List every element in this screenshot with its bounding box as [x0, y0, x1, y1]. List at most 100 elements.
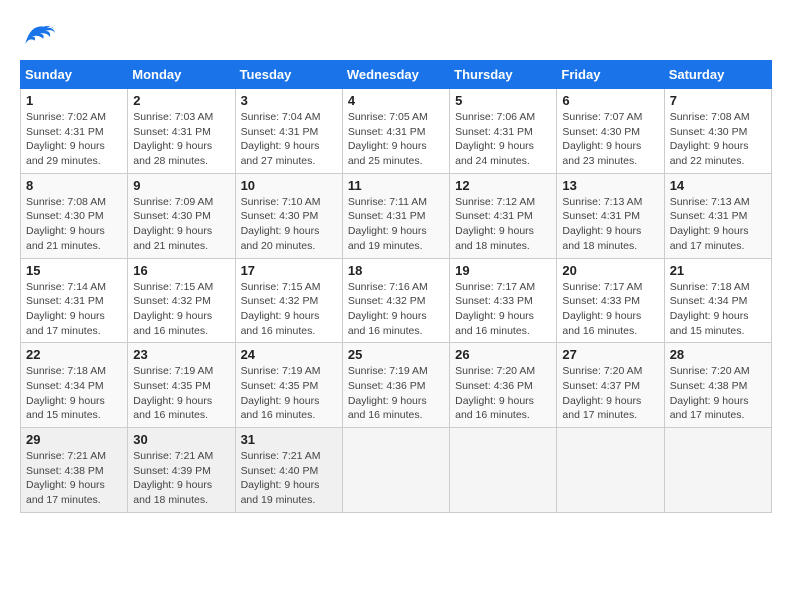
calendar-cell: 16 Sunrise: 7:15 AMSunset: 4:32 PMDayligh…: [128, 258, 235, 343]
day-number: 23: [133, 347, 229, 362]
day-number: 13: [562, 178, 658, 193]
day-info: Sunrise: 7:20 AMSunset: 4:38 PMDaylight:…: [670, 364, 766, 423]
weekday-header: Thursday: [450, 61, 557, 89]
calendar-cell: 27 Sunrise: 7:20 AMSunset: 4:37 PMDayligh…: [557, 343, 664, 428]
weekday-header: Friday: [557, 61, 664, 89]
day-info: Sunrise: 7:13 AMSunset: 4:31 PMDaylight:…: [670, 195, 766, 254]
day-info: Sunrise: 7:15 AMSunset: 4:32 PMDaylight:…: [133, 280, 229, 339]
calendar-cell: [450, 428, 557, 513]
day-info: Sunrise: 7:14 AMSunset: 4:31 PMDaylight:…: [26, 280, 122, 339]
day-info: Sunrise: 7:19 AMSunset: 4:35 PMDaylight:…: [133, 364, 229, 423]
day-info: Sunrise: 7:21 AMSunset: 4:39 PMDaylight:…: [133, 449, 229, 508]
calendar-cell: 17 Sunrise: 7:15 AMSunset: 4:32 PMDayligh…: [235, 258, 342, 343]
calendar-cell: 3Sunrise: 7:04 AMSunset: 4:31 PMDaylight…: [235, 89, 342, 174]
day-number: 21: [670, 263, 766, 278]
calendar-cell: [557, 428, 664, 513]
calendar-cell: 8 Sunrise: 7:08 AMSunset: 4:30 PMDaylight…: [21, 173, 128, 258]
day-info: Sunrise: 7:08 AMSunset: 4:30 PMDaylight:…: [26, 195, 122, 254]
calendar-week-row: 8 Sunrise: 7:08 AMSunset: 4:30 PMDaylight…: [21, 173, 772, 258]
logo: [20, 20, 60, 50]
calendar-cell: 9 Sunrise: 7:09 AMSunset: 4:30 PMDaylight…: [128, 173, 235, 258]
calendar-cell: 25 Sunrise: 7:19 AMSunset: 4:36 PMDayligh…: [342, 343, 449, 428]
calendar-cell: 14 Sunrise: 7:13 AMSunset: 4:31 PMDayligh…: [664, 173, 771, 258]
calendar-cell: 29 Sunrise: 7:21 AMSunset: 4:38 PMDayligh…: [21, 428, 128, 513]
calendar-cell: 18 Sunrise: 7:16 AMSunset: 4:32 PMDayligh…: [342, 258, 449, 343]
day-number: 29: [26, 432, 122, 447]
calendar-cell: 7Sunrise: 7:08 AMSunset: 4:30 PMDaylight…: [664, 89, 771, 174]
calendar-cell: 15Sunrise: 7:14 AMSunset: 4:31 PMDayligh…: [21, 258, 128, 343]
day-number: 17: [241, 263, 337, 278]
day-info: Sunrise: 7:16 AMSunset: 4:32 PMDaylight:…: [348, 280, 444, 339]
day-number: 9: [133, 178, 229, 193]
day-info: Sunrise: 7:20 AMSunset: 4:36 PMDaylight:…: [455, 364, 551, 423]
day-info: Sunrise: 7:18 AMSunset: 4:34 PMDaylight:…: [670, 280, 766, 339]
calendar-cell: 26 Sunrise: 7:20 AMSunset: 4:36 PMDayligh…: [450, 343, 557, 428]
day-number: 22: [26, 347, 122, 362]
day-info: Sunrise: 7:19 AMSunset: 4:35 PMDaylight:…: [241, 364, 337, 423]
day-info: Sunrise: 7:11 AMSunset: 4:31 PMDaylight:…: [348, 195, 444, 254]
calendar-cell: 31 Sunrise: 7:21 AMSunset: 4:40 PMDayligh…: [235, 428, 342, 513]
calendar-cell: 1 Sunrise: 7:02 AMSunset: 4:31 PMDaylight…: [21, 89, 128, 174]
calendar-cell: 10 Sunrise: 7:10 AMSunset: 4:30 PMDayligh…: [235, 173, 342, 258]
day-number: 1: [26, 93, 122, 108]
day-number: 25: [348, 347, 444, 362]
day-info: Sunrise: 7:03 AMSunset: 4:31 PMDaylight:…: [133, 110, 229, 169]
day-number: 27: [562, 347, 658, 362]
day-info: Sunrise: 7:20 AMSunset: 4:37 PMDaylight:…: [562, 364, 658, 423]
calendar-cell: 6 Sunrise: 7:07 AMSunset: 4:30 PMDaylight…: [557, 89, 664, 174]
day-number: 11: [348, 178, 444, 193]
day-number: 14: [670, 178, 766, 193]
day-info: Sunrise: 7:02 AMSunset: 4:31 PMDaylight:…: [26, 110, 122, 169]
weekday-header: Tuesday: [235, 61, 342, 89]
day-number: 12: [455, 178, 551, 193]
calendar-week-row: 1 Sunrise: 7:02 AMSunset: 4:31 PMDaylight…: [21, 89, 772, 174]
calendar-cell: [342, 428, 449, 513]
day-number: 8: [26, 178, 122, 193]
calendar-cell: 2 Sunrise: 7:03 AMSunset: 4:31 PMDaylight…: [128, 89, 235, 174]
day-info: Sunrise: 7:21 AMSunset: 4:38 PMDaylight:…: [26, 449, 122, 508]
calendar-week-row: 15Sunrise: 7:14 AMSunset: 4:31 PMDayligh…: [21, 258, 772, 343]
day-info: Sunrise: 7:19 AMSunset: 4:36 PMDaylight:…: [348, 364, 444, 423]
calendar-cell: 24 Sunrise: 7:19 AMSunset: 4:35 PMDayligh…: [235, 343, 342, 428]
calendar-cell: 4Sunrise: 7:05 AMSunset: 4:31 PMDaylight…: [342, 89, 449, 174]
calendar-table: SundayMondayTuesdayWednesdayThursdayFrid…: [20, 60, 772, 513]
calendar-cell: 21 Sunrise: 7:18 AMSunset: 4:34 PMDayligh…: [664, 258, 771, 343]
day-number: 30: [133, 432, 229, 447]
calendar-cell: 19Sunrise: 7:17 AMSunset: 4:33 PMDayligh…: [450, 258, 557, 343]
calendar-cell: 20Sunrise: 7:17 AMSunset: 4:33 PMDayligh…: [557, 258, 664, 343]
day-number: 18: [348, 263, 444, 278]
day-number: 20: [562, 263, 658, 278]
day-info: Sunrise: 7:06 AMSunset: 4:31 PMDaylight:…: [455, 110, 551, 169]
calendar-cell: 23 Sunrise: 7:19 AMSunset: 4:35 PMDayligh…: [128, 343, 235, 428]
day-info: Sunrise: 7:09 AMSunset: 4:30 PMDaylight:…: [133, 195, 229, 254]
day-info: Sunrise: 7:12 AMSunset: 4:31 PMDaylight:…: [455, 195, 551, 254]
day-number: 19: [455, 263, 551, 278]
day-number: 2: [133, 93, 229, 108]
weekday-header-row: SundayMondayTuesdayWednesdayThursdayFrid…: [21, 61, 772, 89]
day-info: Sunrise: 7:07 AMSunset: 4:30 PMDaylight:…: [562, 110, 658, 169]
day-number: 7: [670, 93, 766, 108]
logo-icon: [20, 20, 56, 50]
day-number: 24: [241, 347, 337, 362]
calendar-cell: 13Sunrise: 7:13 AMSunset: 4:31 PMDayligh…: [557, 173, 664, 258]
day-number: 3: [241, 93, 337, 108]
calendar-week-row: 29 Sunrise: 7:21 AMSunset: 4:38 PMDayligh…: [21, 428, 772, 513]
calendar-cell: 22 Sunrise: 7:18 AMSunset: 4:34 PMDayligh…: [21, 343, 128, 428]
calendar-cell: [664, 428, 771, 513]
day-number: 31: [241, 432, 337, 447]
weekday-header: Wednesday: [342, 61, 449, 89]
day-info: Sunrise: 7:15 AMSunset: 4:32 PMDaylight:…: [241, 280, 337, 339]
day-number: 4: [348, 93, 444, 108]
weekday-header: Monday: [128, 61, 235, 89]
day-info: Sunrise: 7:18 AMSunset: 4:34 PMDaylight:…: [26, 364, 122, 423]
day-info: Sunrise: 7:21 AMSunset: 4:40 PMDaylight:…: [241, 449, 337, 508]
calendar-cell: 11 Sunrise: 7:11 AMSunset: 4:31 PMDayligh…: [342, 173, 449, 258]
day-number: 16: [133, 263, 229, 278]
day-number: 10: [241, 178, 337, 193]
day-info: Sunrise: 7:10 AMSunset: 4:30 PMDaylight:…: [241, 195, 337, 254]
day-number: 28: [670, 347, 766, 362]
day-number: 6: [562, 93, 658, 108]
day-number: 26: [455, 347, 551, 362]
weekday-header: Sunday: [21, 61, 128, 89]
weekday-header: Saturday: [664, 61, 771, 89]
